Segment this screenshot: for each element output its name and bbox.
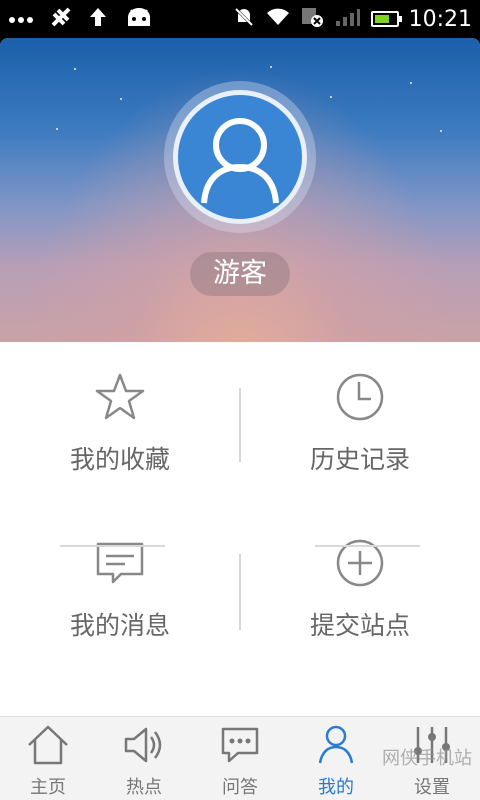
battery-icon [370,11,402,27]
data-icon [301,6,325,32]
menu-item-history[interactable]: 历史记录 [240,342,480,512]
nav-label: 我的 [318,777,354,798]
divider [239,554,241,630]
divider [60,545,165,547]
profile-header: 游客 [0,38,480,342]
menu-item-label: 我的收藏 [69,445,170,474]
nav-item-mine[interactable]: 我的 [288,717,384,800]
nav-item-hot[interactable]: 热点 [96,717,192,800]
menu-item-label: 我的消息 [69,611,170,640]
nav-label: 热点 [126,777,162,798]
watermark: 网侠手机站 [382,748,472,769]
usb-icon [50,6,72,32]
chat-icon [218,723,262,767]
more-icon [8,10,34,29]
nav-label: 设置 [414,777,450,798]
nav-label: 问答 [222,777,258,798]
person-icon [314,723,358,767]
menu-item-submit-site[interactable]: 提交站点 [240,508,480,678]
wifi-icon [265,7,291,31]
nav-label: 主页 [30,777,66,798]
menu-grid: 我的收藏 历史记录 我的消息 提交站点 [0,342,480,716]
upload-icon [88,6,108,32]
star-icon [95,372,145,422]
divider [315,545,420,547]
clock-icon [335,372,385,422]
divider [239,388,241,462]
speaker-icon [122,723,166,767]
home-icon [26,723,70,767]
status-time: 10:21 [408,6,472,32]
nav-item-qa[interactable]: 问答 [192,717,288,800]
user-icon [201,118,279,204]
android-icon [124,6,154,32]
profile-screen: 游客 我的收藏 历史记录 我的消息 提交站点 主页 热点 问答 我的 设置 网侠… [0,38,480,800]
status-bar: 10:21 [0,0,480,38]
nav-item-home[interactable]: 主页 [0,717,96,800]
menu-item-messages[interactable]: 我的消息 [0,508,240,678]
signal-icon [335,7,361,31]
avatar[interactable] [173,90,307,224]
username-label[interactable]: 游客 [190,252,290,296]
mute-icon [233,6,255,32]
menu-item-label: 历史记录 [309,445,410,474]
menu-item-label: 提交站点 [309,611,410,640]
menu-item-favorites[interactable]: 我的收藏 [0,342,240,512]
